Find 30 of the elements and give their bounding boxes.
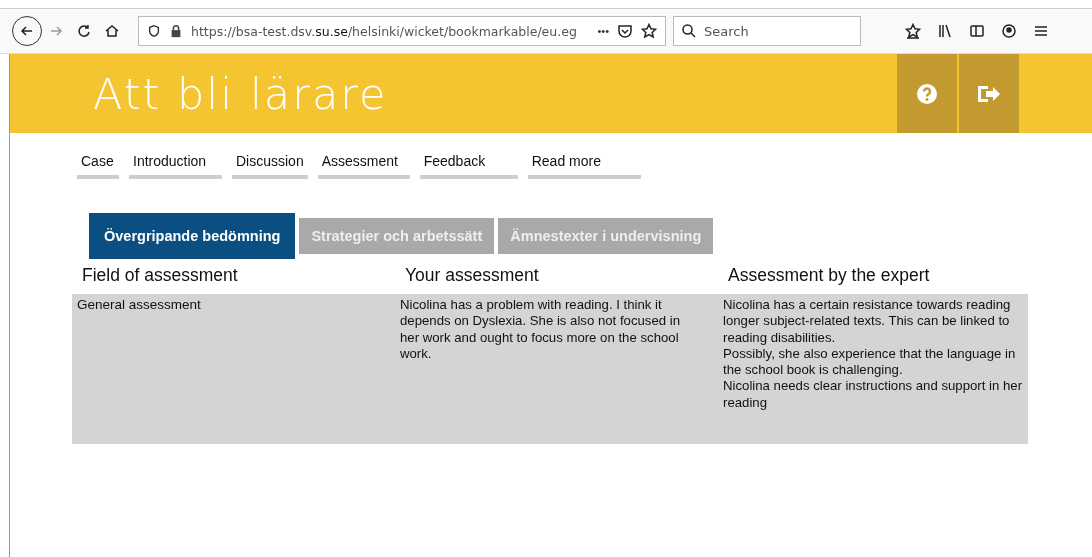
nav-link[interactable]: Assessment bbox=[317, 153, 410, 179]
site-title: Att bli lärare bbox=[92, 68, 389, 119]
nav-link[interactable]: Introduction bbox=[129, 153, 222, 179]
answer-text: Nicolina has a problem with reading. I think it depends on Dyslexia. She is also not focused in her work and ought to focus more on the school work. bbox=[400, 297, 682, 363]
home-icon bbox=[104, 23, 120, 39]
expert-text: Nicolina has a certain resistance towards reading longer subject-related texts. This can be linked to reading disabilities. bbox=[723, 297, 1012, 346]
address-bar[interactable]: https://bsa-test.dsv.su.se/helsinki/wicket/bookmarkable/eu.eg ••• bbox=[138, 16, 666, 46]
reload-icon bbox=[76, 23, 92, 39]
page-actions-button[interactable]: ••• bbox=[597, 25, 609, 37]
logout-button[interactable] bbox=[959, 54, 1019, 133]
nav-link[interactable]: Discussion bbox=[232, 153, 308, 179]
column-header: Your assessment bbox=[405, 265, 540, 286]
search-icon bbox=[681, 23, 697, 39]
lock-icon bbox=[169, 24, 183, 38]
help-button[interactable] bbox=[897, 54, 957, 133]
star-icon[interactable] bbox=[641, 23, 657, 39]
nav-link[interactable]: Feedback bbox=[419, 153, 518, 179]
nav-link[interactable]: Read more bbox=[527, 153, 641, 179]
column-header: Field of assessment bbox=[82, 265, 239, 286]
url-text: https://bsa-test.dsv.su.se/helsinki/wicket/bookmarkable/eu.eg bbox=[191, 23, 578, 39]
help-icon bbox=[916, 82, 938, 105]
tab[interactable]: Övergripande bedömning bbox=[89, 213, 296, 259]
expert-text: Possibly, she also experience that the language in the school book is challenging. bbox=[723, 345, 1017, 379]
table-cell-text: General assessment bbox=[77, 297, 202, 314]
expert-text: Nicolina needs clear instructions and support in her reading bbox=[723, 378, 1024, 412]
nav-link[interactable]: Case bbox=[77, 153, 119, 179]
column-header: Assessment by the expert bbox=[728, 265, 931, 286]
pocket-icon[interactable] bbox=[617, 23, 633, 39]
search-field[interactable]: Search bbox=[673, 16, 861, 46]
shield-icon bbox=[147, 24, 161, 38]
